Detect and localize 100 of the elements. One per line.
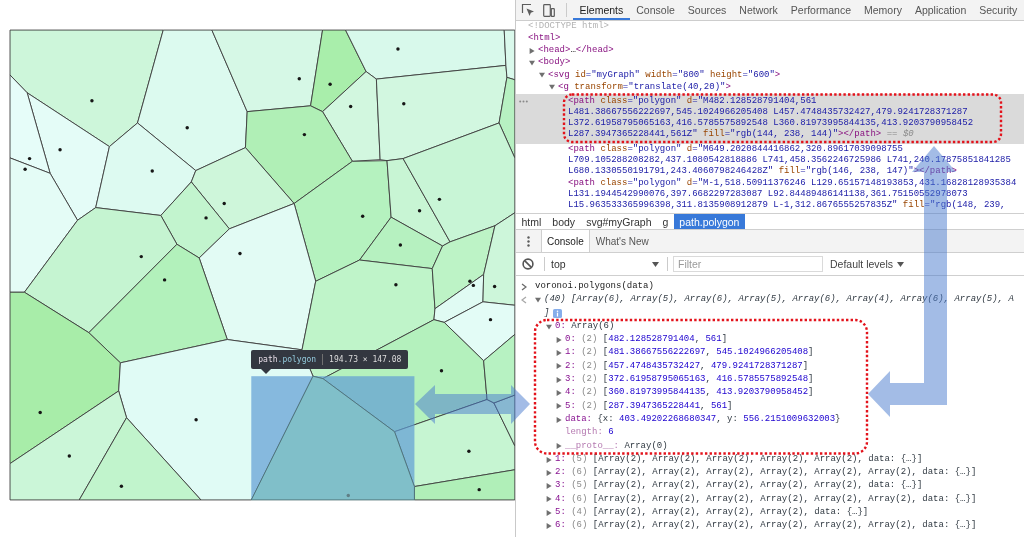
triangle-icon[interactable]: [556, 416, 562, 423]
site-dot-icon: [185, 126, 189, 130]
dom-node[interactable]: <path class="polygon" d="M482.128528791404,561 L481.38667556222697,545.1024966205408 L457.4748435732427,479.9241728371287 L372.61958795065163,416.5785575892548 L360.81973995844135,413.9203790958452 L287.3947365228441,561Z" fill="rgb(144, 238, 144)"></path> == $0: [516, 93, 1024, 144]
site-dot-icon: [58, 147, 62, 152]
triangle-icon[interactable]: [556, 443, 562, 450]
triangle-icon[interactable]: [556, 363, 562, 370]
dom-node[interactable]: <g transform="translate(40,20)">: [516, 81, 1024, 94]
site-dot-icon: [417, 208, 422, 213]
site-dot-icon: [139, 254, 143, 259]
site-dot-icon: [402, 102, 406, 106]
triangle-icon[interactable]: [546, 523, 552, 529]
panel-tab[interactable]: Security: [972, 0, 1024, 20]
triangle-icon[interactable]: [535, 296, 541, 303]
site-dot-icon: [346, 493, 350, 498]
context-select[interactable]: top: [547, 255, 663, 273]
panel-tab[interactable]: Application: [908, 0, 973, 20]
triangle-icon[interactable]: [529, 60, 535, 67]
chevron-left-icon: [521, 295, 527, 304]
object-property[interactable]: 3: (5) [Array(2), Array(2), Array(2), Array(2), Array(2), data: {…}]: [546, 479, 923, 493]
site-dot-icon: [467, 449, 471, 453]
triangle-icon[interactable]: [556, 350, 562, 357]
site-dot-icon: [348, 104, 353, 109]
dom-node[interactable]: <svg id="myGraph" width="800" height="600">: [516, 69, 1024, 82]
site-dot-icon: [27, 156, 32, 161]
triangle-icon[interactable]: [546, 323, 552, 330]
site-dot-icon: [492, 284, 497, 289]
object-property[interactable]: 2: (2) [457.4748435732427, 479.9241728371287]: [556, 359, 809, 374]
site-dot-icon: [162, 278, 167, 282]
object-property[interactable]: 1: (2) [481.38667556222697, 545.1024966205408]: [556, 346, 814, 360]
triangle-icon[interactable]: [546, 496, 552, 503]
panel-tab[interactable]: Memory: [857, 0, 909, 20]
object-property[interactable]: 6: (6) [Array(2), Array(2), Array(2), Array(2), Array(2), Array(2), data: {…}]: [546, 519, 977, 533]
breadcrumb[interactable]: svg#myGraph: [580, 214, 657, 229]
device-icon[interactable]: [543, 3, 555, 17]
panel-tab[interactable]: Elements: [573, 0, 630, 20]
triangle-icon[interactable]: [546, 469, 552, 476]
breadcrumb[interactable]: g: [657, 214, 674, 229]
object-property[interactable]: 1: (5) [Array(2), Array(2), Array(2), Array(2), Array(2), data: {…}]: [546, 452, 923, 467]
site-dot-icon: [398, 243, 403, 247]
site-dot-icon: [328, 82, 332, 86]
panel-tab[interactable]: Console: [629, 0, 682, 20]
object-property: length: 6: [564, 426, 614, 440]
object-property[interactable]: data: {x: 403.49202268680347, y: 556.2151009632003}: [556, 412, 841, 427]
filter-field[interactable]: Filter: [673, 256, 823, 272]
triangle-icon[interactable]: [556, 390, 562, 396]
panel-tab[interactable]: Performance: [784, 0, 858, 20]
site-dot-icon: [90, 98, 94, 103]
site-dot-icon: [439, 369, 444, 373]
object-property[interactable]: 5: (2) [287.3947365228441, 561]: [556, 399, 733, 413]
dom-node[interactable]: <html>: [516, 33, 1024, 46]
caret-icon: [897, 261, 905, 267]
site-dot-icon: [394, 283, 398, 287]
triangle-icon[interactable]: [556, 336, 562, 343]
site-dot-icon: [396, 47, 400, 51]
site-dot-icon: [67, 454, 72, 458]
site-dot-icon: [297, 77, 301, 81]
object-property[interactable]: 4: (2) [360.81973995844135, 413.9203790958452]: [556, 386, 814, 400]
dom-node[interactable]: <path class="polygon" d="M-1,518.50911376246 L129.65157148193853,431.16828128935384 L131.1944542990076,397.6682297283087 L92.84489486141138,361.75150552978073 L15.963533365996398,311.8135908912879 L-1,312.8676555257835Z" fill="rgb(148, 239,: [516, 178, 1024, 213]
object-property[interactable]: 0: Array(6): [546, 319, 615, 334]
triangle-icon[interactable]: [529, 47, 535, 54]
object-property[interactable]: 2: (6) [Array(2), Array(2), Array(2), Array(2), Array(2), Array(2), data: {…}]: [546, 466, 977, 480]
triangle-icon[interactable]: [546, 483, 552, 490]
triangle-icon[interactable]: [546, 456, 552, 463]
drawer-tab[interactable]: What's New: [589, 230, 655, 252]
site-dot-icon: [23, 167, 27, 171]
triangle-icon[interactable]: [556, 403, 562, 410]
result-preview: (40) [Array(6), Array(5), Array(6), Array(5), Array(6), Array(4), Array(6), Array(5), A: [544, 293, 1014, 307]
panel-tab[interactable]: Network: [732, 0, 785, 20]
object-property[interactable]: 0: (2) [482.128528791404, 561]: [556, 333, 728, 347]
object-property[interactable]: 5: (4) [Array(2), Array(2), Array(2), Array(2), data: {…}]: [546, 506, 869, 520]
site-dot-icon: [38, 410, 42, 415]
breadcrumb[interactable]: html: [516, 214, 547, 229]
object-property[interactable]: 3: (2) [372.61958795065163, 416.5785575892548]: [556, 373, 814, 387]
triangle-icon[interactable]: [549, 84, 555, 91]
site-dot-icon: [302, 132, 307, 137]
triangle-icon[interactable]: [546, 509, 552, 516]
prohibited-icon[interactable]: [522, 258, 534, 270]
object-property[interactable]: __proto__: Array(0): [556, 439, 668, 453]
caret-icon: [652, 261, 659, 267]
site-dot-icon: [119, 484, 124, 488]
result-preview: ]: [544, 306, 550, 320]
object-property[interactable]: 4: (6) [Array(2), Array(2), Array(2), Array(2), Array(2), Array(2), data: {…}]: [546, 492, 977, 507]
drawer-tab[interactable]: Console: [541, 230, 590, 252]
dom-node[interactable]: <head>…</head>: [516, 45, 1024, 58]
size-label: 194.73 × 147.08: [329, 355, 402, 365]
triangle-icon[interactable]: [539, 72, 545, 79]
site-dot-icon: [360, 214, 365, 218]
menu-icon[interactable]: [527, 235, 530, 247]
levels-dropdown[interactable]: Default levels: [830, 258, 905, 270]
chevron-right-icon: [521, 282, 527, 291]
dom-node[interactable]: <body>: [516, 57, 1024, 70]
site-dot-icon: [488, 317, 493, 322]
panel-tab[interactable]: Sources: [681, 0, 733, 20]
triangle-icon[interactable]: [556, 376, 562, 383]
site-dot-icon: [204, 216, 208, 220]
site-dot-icon: [238, 251, 242, 256]
breadcrumb[interactable]: body: [546, 214, 581, 229]
breadcrumb[interactable]: path.polygon: [673, 214, 745, 229]
inspect-icon[interactable]: [521, 3, 535, 17]
site-dot-icon: [477, 487, 481, 492]
